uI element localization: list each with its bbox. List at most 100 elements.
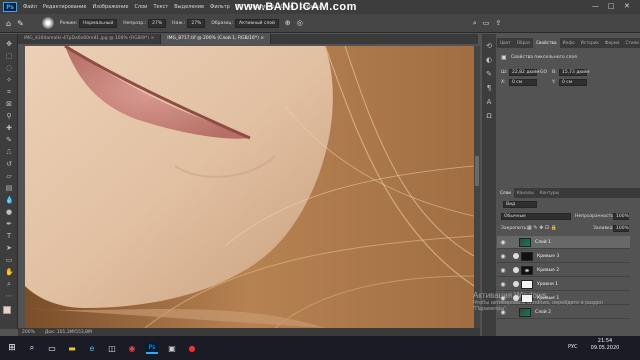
file-explorer-icon[interactable]: ▬ bbox=[66, 342, 78, 354]
y-input[interactable]: 0 см bbox=[559, 79, 587, 86]
visibility-eye-icon[interactable]: ◉ bbox=[499, 281, 507, 288]
layer-name[interactable]: Кривые 2 bbox=[537, 268, 559, 273]
menu-filter[interactable]: Фильтр bbox=[210, 4, 230, 10]
stamp-tool-icon[interactable]: ⎍ bbox=[5, 148, 13, 156]
layer-row[interactable]: ◉ Слой 1 bbox=[497, 236, 630, 249]
scrollbar-thumb[interactable] bbox=[475, 156, 479, 186]
document-size[interactable]: Док: 101,3М/553,8М bbox=[45, 330, 92, 335]
flow-input[interactable]: 27% bbox=[187, 18, 206, 28]
tab-color[interactable]: Цвет bbox=[497, 38, 514, 48]
history-brush-tool-icon[interactable]: ↺ bbox=[5, 160, 13, 168]
bandicam-icon[interactable]: ● bbox=[186, 342, 198, 354]
layer-row[interactable]: ◉ Кривые 3 bbox=[497, 250, 630, 263]
visibility-eye-icon[interactable]: ◉ bbox=[499, 239, 507, 246]
frame-tool-icon[interactable]: ⊠ bbox=[5, 100, 13, 108]
glyphs-panel-icon[interactable]: Ω bbox=[485, 112, 493, 120]
zoom-tool-icon[interactable]: ⌕ bbox=[5, 280, 13, 288]
photoshop-logo[interactable]: Ps bbox=[3, 2, 17, 12]
visibility-eye-icon[interactable]: ◉ bbox=[499, 267, 507, 274]
maximize-button[interactable]: □ bbox=[608, 2, 615, 10]
marquee-tool-icon[interactable]: ⬚ bbox=[5, 52, 13, 60]
search-icon[interactable]: ⌕ bbox=[26, 342, 38, 354]
menu-image[interactable]: Изображение bbox=[92, 4, 128, 10]
share-icon[interactable]: ⇪ bbox=[495, 19, 501, 27]
photoshop-taskbar-icon[interactable]: Ps bbox=[146, 342, 158, 354]
sample-all-icon[interactable]: ⊕ bbox=[285, 19, 291, 27]
tab-layers[interactable]: Слои bbox=[497, 188, 514, 198]
layer-filter-select[interactable]: Вид bbox=[503, 201, 537, 208]
mode-select[interactable]: Нормальный bbox=[79, 18, 118, 28]
menu-layers[interactable]: Слои bbox=[134, 4, 147, 10]
workspace-icon[interactable]: ▭ bbox=[483, 19, 490, 27]
history-panel-icon[interactable]: ⟲ bbox=[485, 42, 493, 50]
type-tool-icon[interactable]: T bbox=[5, 232, 13, 240]
visibility-eye-icon[interactable]: ◉ bbox=[499, 253, 507, 260]
tab-channels[interactable]: Каналы bbox=[514, 188, 537, 198]
width-input[interactable]: 22,82 дюйм bbox=[509, 69, 540, 76]
lasso-tool-icon[interactable]: ◌ bbox=[5, 64, 13, 72]
foreground-color-swatch[interactable] bbox=[3, 306, 11, 314]
character-panel-icon[interactable]: A bbox=[485, 98, 493, 106]
tab-swatches[interactable]: Образ bbox=[514, 38, 533, 48]
system-clock[interactable]: 21:54 09.05.2020 bbox=[588, 338, 622, 352]
tab-paths[interactable]: Контуры bbox=[537, 188, 562, 198]
brush-preview-icon[interactable] bbox=[41, 17, 54, 29]
tab-history[interactable]: Историк bbox=[578, 38, 602, 48]
layer-row[interactable]: ◉ Кривые 2 bbox=[497, 264, 630, 277]
opacity-input[interactable]: 27% bbox=[148, 18, 167, 28]
edge-icon[interactable]: e bbox=[86, 342, 98, 354]
eraser-tool-icon[interactable]: ▱ bbox=[5, 172, 13, 180]
language-indicator[interactable]: РУС bbox=[568, 344, 578, 350]
sample-select[interactable]: Активный слой bbox=[235, 18, 279, 28]
menu-select[interactable]: Выделение bbox=[174, 4, 204, 10]
height-input[interactable]: 15,73 дюйм bbox=[559, 69, 590, 76]
paragraph-panel-icon[interactable]: ¶ bbox=[485, 84, 493, 92]
menu-file[interactable]: Файл bbox=[23, 4, 37, 10]
generic-app-icon[interactable]: ▣ bbox=[166, 342, 178, 354]
gradient-tool-icon[interactable]: ▤ bbox=[5, 184, 13, 192]
pen-tool-icon[interactable]: ✒ bbox=[5, 220, 13, 228]
document-canvas[interactable] bbox=[25, 46, 474, 328]
tab-info[interactable]: Инфо bbox=[560, 38, 578, 48]
shape-tool-icon[interactable]: ▭ bbox=[5, 256, 13, 264]
minimize-button[interactable]: — bbox=[592, 2, 599, 10]
eyedropper-tool-icon[interactable]: ⚲ bbox=[5, 112, 13, 120]
windows-start-icon[interactable]: ⊞ bbox=[6, 342, 18, 354]
store-icon[interactable]: ◫ bbox=[106, 342, 118, 354]
healing-tool-icon[interactable]: ✚ bbox=[5, 124, 13, 132]
task-view-icon[interactable]: ▭ bbox=[46, 342, 58, 354]
blur-tool-icon[interactable]: 💧 bbox=[5, 196, 14, 204]
adjustments-panel-icon[interactable]: ◐ bbox=[485, 56, 493, 64]
layer-name[interactable]: Уровни 1 bbox=[537, 282, 558, 287]
pressure-icon[interactable]: ◎ bbox=[297, 19, 303, 27]
tab-document-2[interactable]: IMG_8717.tif @ 200% (Слой 1, RGB/16*) × bbox=[161, 34, 272, 44]
layer-opacity-input[interactable]: 100% bbox=[613, 213, 629, 220]
layer-name[interactable]: Кривые 3 bbox=[537, 254, 559, 259]
layer-name[interactable]: Слой 1 bbox=[535, 240, 551, 245]
brush-tool-icon[interactable]: ✎ bbox=[5, 136, 13, 144]
dodge-tool-icon[interactable]: ● bbox=[5, 208, 13, 216]
brush-settings-icon[interactable]: ✎ bbox=[485, 70, 493, 78]
blend-mode-select[interactable]: Обычные bbox=[501, 213, 571, 220]
hand-tool-icon[interactable]: ✋ bbox=[5, 268, 14, 276]
crop-tool-icon[interactable]: ⌗ bbox=[5, 88, 13, 96]
more-tools-icon[interactable]: ⋯ bbox=[5, 292, 13, 300]
x-input[interactable]: 0 см bbox=[509, 79, 537, 86]
chrome-icon[interactable]: ◉ bbox=[126, 342, 138, 354]
tab-properties[interactable]: Свойства bbox=[533, 38, 560, 48]
move-tool-icon[interactable]: ✥ bbox=[5, 40, 13, 48]
tab-styles[interactable]: Стили bbox=[622, 38, 640, 48]
menu-type[interactable]: Текст bbox=[153, 4, 168, 10]
path-select-tool-icon[interactable]: ➤ bbox=[5, 244, 13, 252]
lock-icons[interactable]: ▦ ✎ ✥ ⊡ 🔒 bbox=[527, 225, 557, 231]
brush-tool-icon[interactable]: ✎ bbox=[17, 19, 24, 28]
close-button[interactable]: ✕ bbox=[624, 2, 630, 10]
home-icon[interactable]: ⌂ bbox=[6, 19, 11, 28]
layer-row[interactable]: ◉ Уровни 1 bbox=[497, 278, 630, 291]
search-icon[interactable]: ⌕ bbox=[473, 19, 477, 28]
link-button[interactable]: GO bbox=[540, 70, 547, 75]
fill-input[interactable]: 100% bbox=[613, 225, 629, 232]
tab-shape[interactable]: Форма bbox=[602, 38, 623, 48]
quick-select-tool-icon[interactable]: ✧ bbox=[5, 76, 13, 84]
menu-edit[interactable]: Редактирование bbox=[43, 4, 87, 10]
